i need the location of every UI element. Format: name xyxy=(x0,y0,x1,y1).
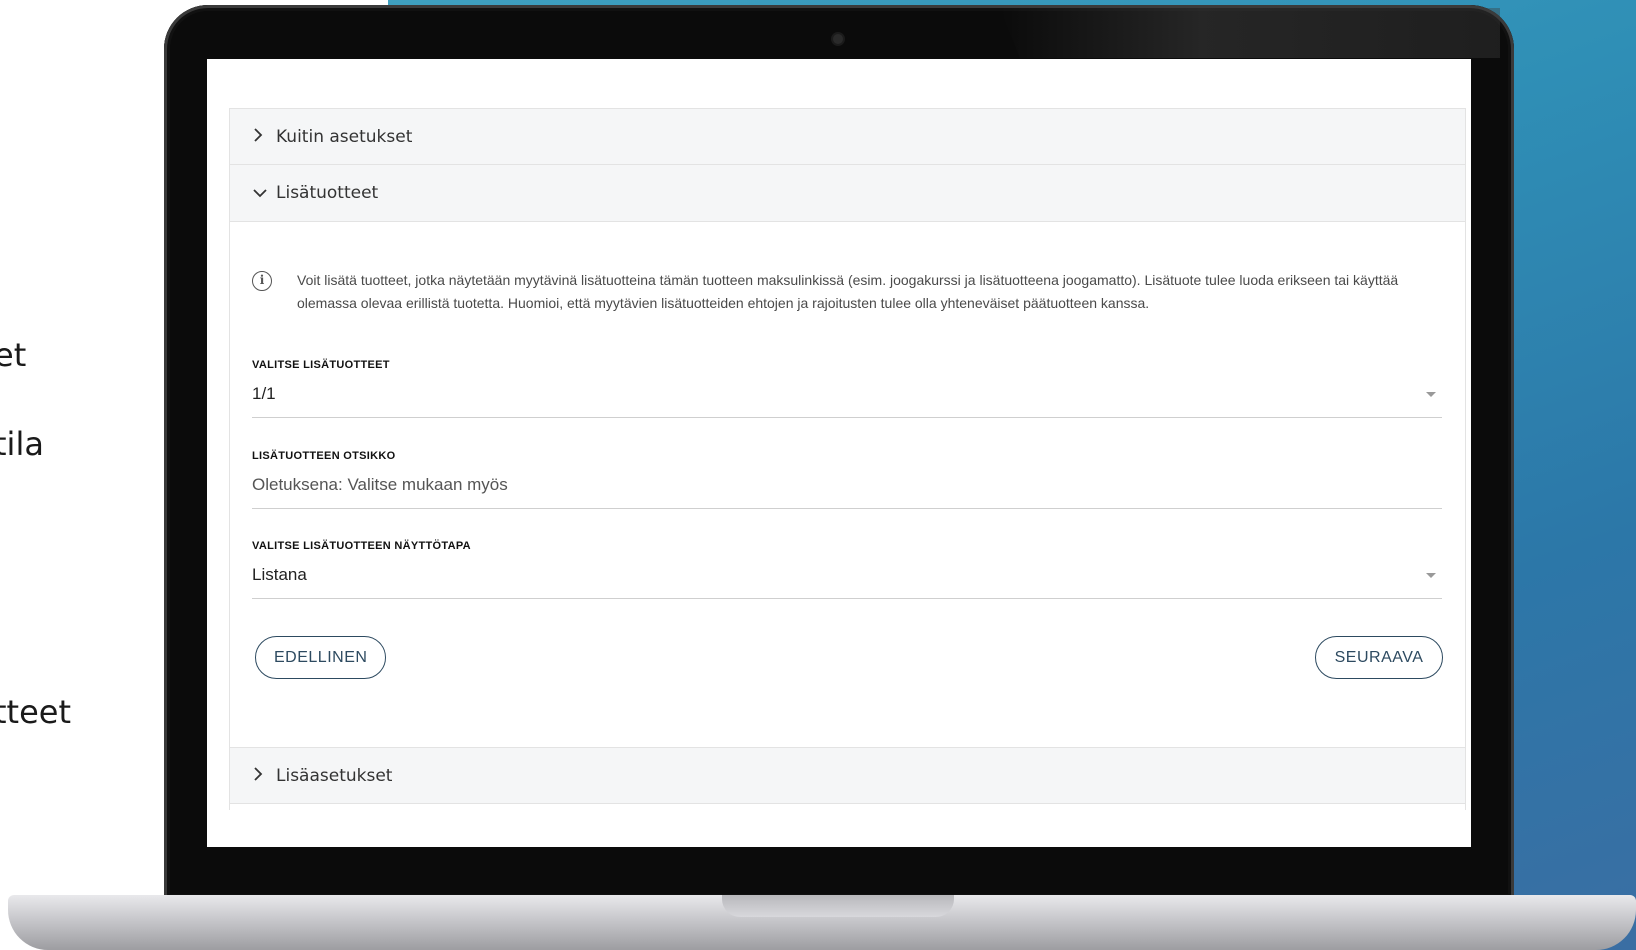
accordion-label: Kuitin asetukset xyxy=(276,126,413,147)
select-addons-dropdown[interactable]: 1/1 xyxy=(252,384,1442,418)
info-notice: i Voit lisätä tuotteet, jotka näytetään … xyxy=(252,269,1442,315)
accordion-add-ons[interactable]: Lisätuotteet xyxy=(230,165,1465,222)
camera-icon xyxy=(833,34,843,44)
side-text-3: tteet xyxy=(0,693,72,731)
accordion-receipt-settings[interactable]: Kuitin asetukset xyxy=(230,108,1465,165)
product-form: Kuitin asetukset Lisätuotteet i Voit lis… xyxy=(229,108,1466,810)
addon-title-label: LISÄTUOTTEEN OTSIKKO xyxy=(252,450,396,462)
addon-title-input[interactable]: Oletuksena: Valitse mukaan myös xyxy=(252,475,1442,509)
display-mode-label: VALITSE LISÄTUOTTEEN NÄYTTÖTAPA xyxy=(252,540,471,552)
info-text: Voit lisätä tuotteet, jotka näytetään my… xyxy=(297,272,1399,311)
info-icon: i xyxy=(252,271,272,291)
display-mode-field: VALITSE LISÄTUOTTEEN NÄYTTÖTAPA Listana xyxy=(252,540,1442,599)
accordion-label: Lisäasetukset xyxy=(276,765,393,786)
select-addons-value: 1/1 xyxy=(252,384,276,403)
addon-title-placeholder: Oletuksena: Valitse mukaan myös xyxy=(252,475,508,494)
add-ons-panel: i Voit lisätä tuotteet, jotka näytetään … xyxy=(230,222,1465,747)
lid-glare xyxy=(1000,8,1500,58)
display-mode-value: Listana xyxy=(252,565,307,584)
side-text-2: tila xyxy=(0,425,44,463)
accordion-label: Lisätuotteet xyxy=(276,183,379,203)
next-button[interactable]: SEURAAVA xyxy=(1315,636,1443,679)
chevron-down-icon xyxy=(252,184,276,203)
addon-title-field: LISÄTUOTTEEN OTSIKKO Oletuksena: Valitse… xyxy=(252,450,1442,509)
dropdown-arrow-icon xyxy=(1426,573,1436,578)
display-mode-dropdown[interactable]: Listana xyxy=(252,565,1442,599)
chevron-right-icon xyxy=(252,766,276,786)
side-text-1: et xyxy=(0,336,27,374)
dropdown-arrow-icon xyxy=(1426,392,1436,397)
select-addons-label: VALITSE LISÄTUOTTEET xyxy=(252,359,390,371)
laptop-screen: Kuitin asetukset Lisätuotteet i Voit lis… xyxy=(207,59,1471,847)
accordion-more-settings[interactable]: Lisäasetukset xyxy=(230,747,1465,804)
previous-button[interactable]: EDELLINEN xyxy=(255,636,386,679)
laptop-notch xyxy=(722,895,954,917)
chevron-right-icon xyxy=(252,127,276,147)
select-addons-field: VALITSE LISÄTUOTTEET 1/1 xyxy=(252,359,1442,418)
